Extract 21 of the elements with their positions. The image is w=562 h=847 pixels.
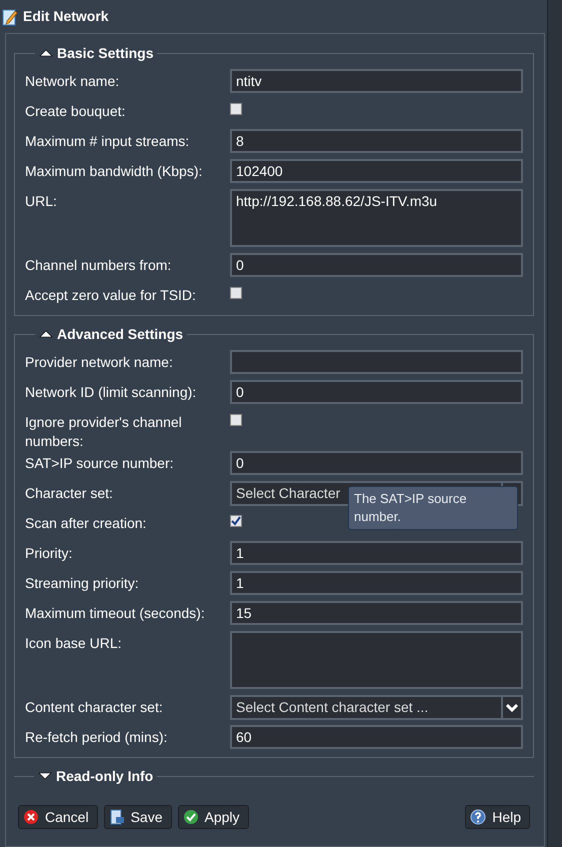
field-label: Maximum bandwidth (Kbps): — [25, 162, 204, 181]
field-label: Maximum timeout (seconds): — [25, 604, 206, 623]
window-title: Edit Network — [23, 7, 109, 26]
field-label: Character set: — [25, 484, 114, 503]
field-label: Network name: — [25, 72, 120, 91]
field-label: Content character set: — [25, 698, 164, 717]
field-label: Provider network name: — [25, 353, 174, 372]
field-label: Ignore provider's channel numbers: — [25, 413, 183, 451]
field-label: Priority: — [25, 544, 74, 563]
field-label: SAT>IP source number: — [25, 454, 174, 473]
field-label: Create bouquet: — [25, 102, 126, 121]
field-label: Network ID (limit scanning): — [25, 383, 198, 402]
field-label: Channel numbers from: — [25, 256, 172, 275]
tooltip: The SAT>IP source number. — [348, 486, 518, 530]
field-label: Accept zero value for TSID: — [25, 286, 197, 305]
field-label: Icon base URL: — [25, 634, 122, 653]
field-label: Maximum # input streams: — [25, 132, 190, 151]
field-label: Re-fetch period (mins): — [25, 728, 168, 747]
field-label: Streaming priority: — [25, 574, 140, 593]
field-label: Scan after creation: — [25, 514, 148, 533]
field-label: URL: — [25, 192, 58, 211]
